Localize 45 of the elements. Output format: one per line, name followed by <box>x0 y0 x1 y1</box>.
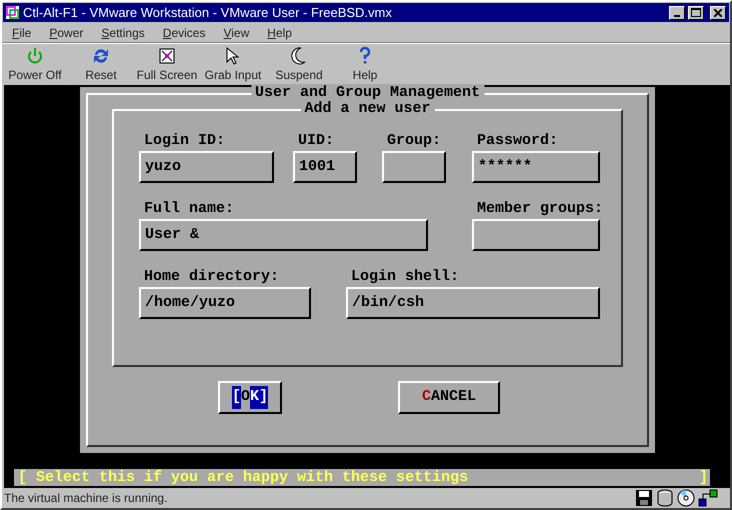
minimize-icon <box>674 14 680 16</box>
toolbar-button[interactable]: Power Off <box>2 46 68 84</box>
floppy-icon <box>635 489 653 507</box>
field-label: Home directory: <box>143 267 280 287</box>
menu-item[interactable]: View <box>213 24 258 42</box>
window-title: Ctl-Alt-F1 - VMware Workstation - VMware User - FreeBSD.vmx <box>23 4 393 22</box>
input-field[interactable] <box>382 151 446 183</box>
input-field[interactable]: yuzo <box>139 151 274 183</box>
input-field[interactable]: /home/yuzo <box>139 287 311 319</box>
dialog-title: User and Group Management <box>250 84 484 102</box>
fullscreen-icon <box>157 46 177 66</box>
maximize-icon <box>691 8 701 17</box>
field-label: Member groups: <box>476 199 600 219</box>
field-label: Login shell: <box>350 267 460 287</box>
status-text: The virtual machine is running. <box>4 490 168 507</box>
app-icon <box>5 5 20 20</box>
maximize-button[interactable] <box>688 6 704 20</box>
power-icon <box>25 46 45 66</box>
toolbar-button[interactable]: Reset <box>68 46 134 84</box>
field-label: Password: <box>476 131 560 151</box>
input-field[interactable]: /bin/csh <box>346 287 600 319</box>
field-label: UID: <box>297 131 336 151</box>
input-field[interactable]: User & <box>139 219 428 251</box>
toolbar-button[interactable]: Help <box>332 46 398 84</box>
menu-item[interactable]: Help <box>257 24 300 42</box>
hint-text: [ Select this if you are happy with these settings <box>18 469 468 486</box>
hint-bracket: ] <box>698 469 708 486</box>
toolbar-button[interactable]: Suspend <box>266 46 332 84</box>
close-button[interactable] <box>710 6 726 20</box>
input-field[interactable] <box>472 219 600 251</box>
close-icon <box>714 8 722 16</box>
minimize-button[interactable] <box>669 6 685 20</box>
menu-item[interactable]: Devices <box>152 24 214 42</box>
field-label: Login ID: <box>143 131 226 151</box>
menu-item[interactable]: Power <box>39 24 92 42</box>
input-field[interactable]: 1001 <box>293 151 357 183</box>
toolbar-button[interactable]: Grab Input <box>200 46 266 84</box>
menu-item[interactable]: File <box>2 24 40 42</box>
dialog-button[interactable]: CANCEL <box>398 381 500 414</box>
input-field[interactable]: ****** <box>472 151 600 183</box>
toolbar-button[interactable]: Full Screen <box>134 46 200 84</box>
menu-item[interactable]: Settings <box>91 24 153 42</box>
dialog-button[interactable]: [OK] <box>218 381 282 414</box>
field-label: Full name: <box>143 199 236 219</box>
field-label: Group: <box>386 131 442 151</box>
